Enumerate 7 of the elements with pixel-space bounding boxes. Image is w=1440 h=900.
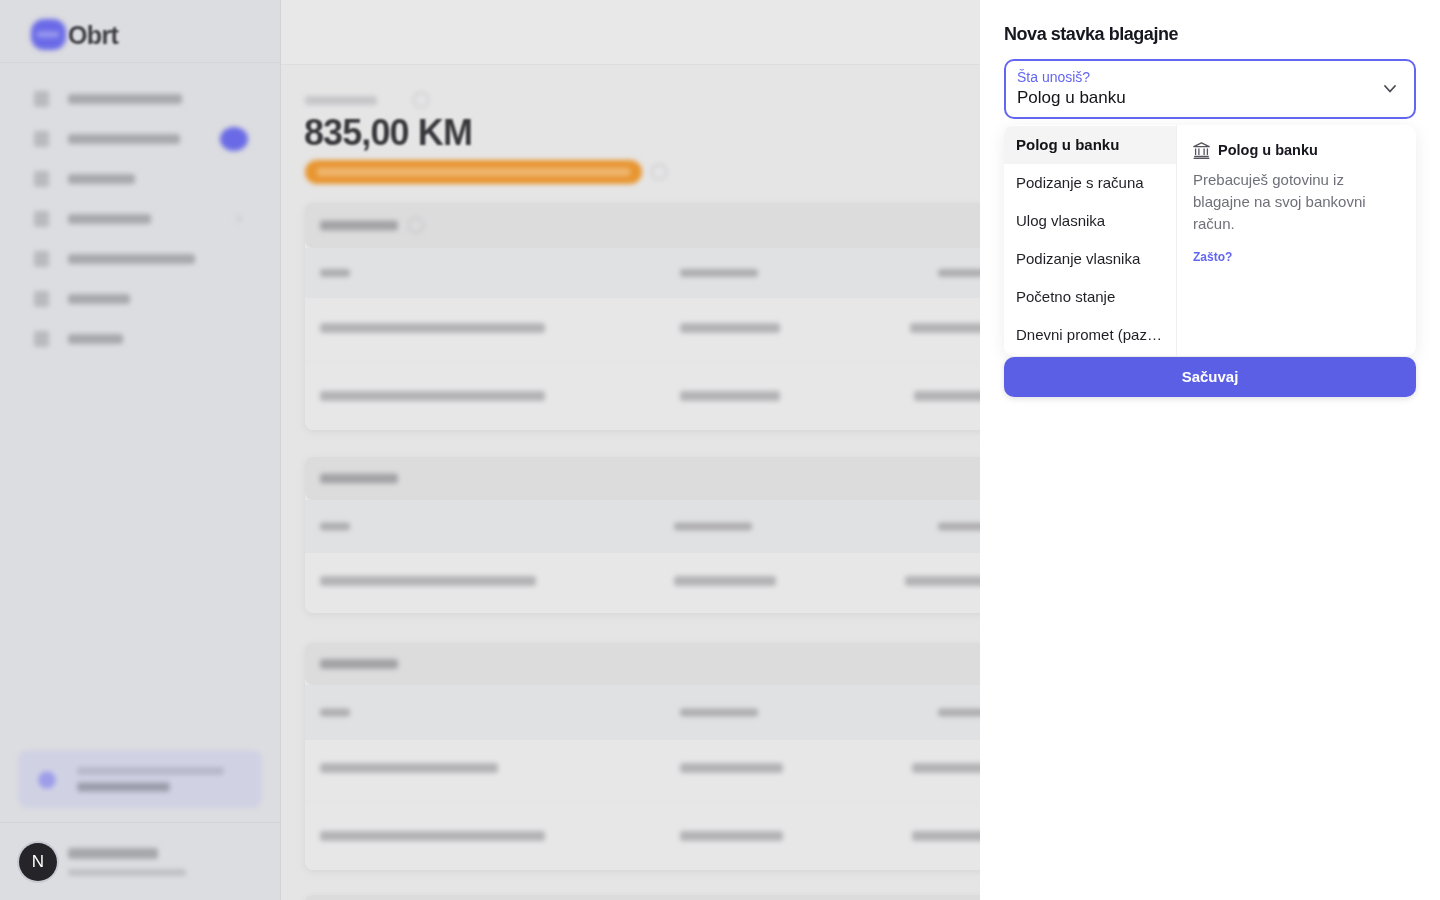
field-label: Šta unosiš?	[1017, 68, 1092, 86]
logo-text: Obrt	[68, 20, 119, 50]
field-value: Polog u banku	[1017, 87, 1126, 109]
detail-description: Prebacuješ gotovinu iz blagajne na svoj bankovni račun.	[1193, 170, 1367, 234]
balance-amount: 835,00 KM	[304, 112, 472, 154]
detail-title: Polog u banku	[1218, 141, 1318, 159]
panel-title: Nova stavka blagajne	[1004, 23, 1180, 46]
